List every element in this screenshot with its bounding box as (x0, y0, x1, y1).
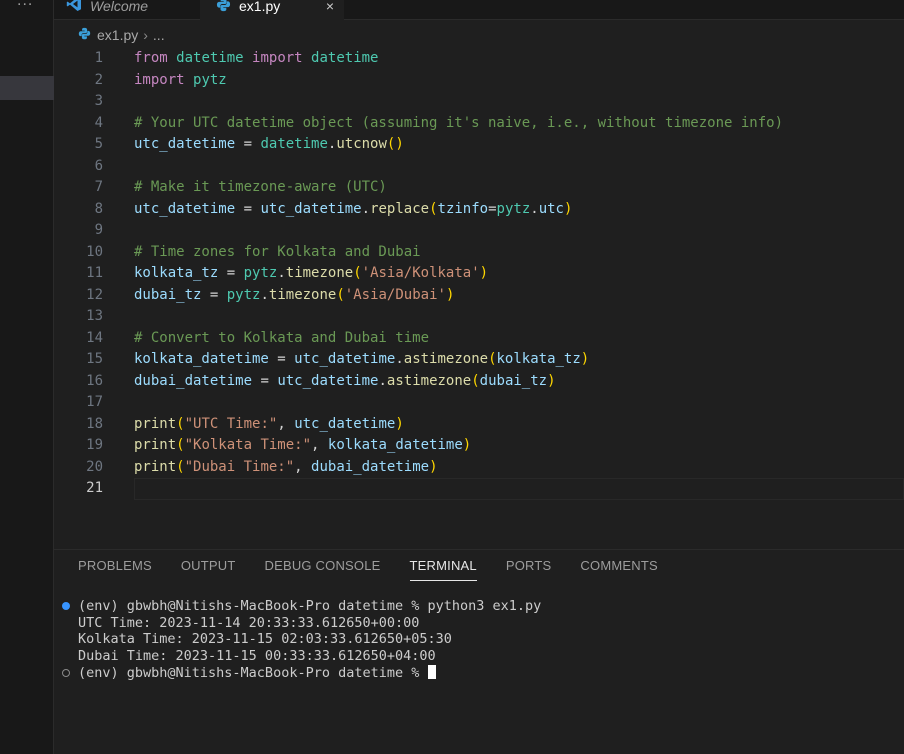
terminal-line: Dubai Time: 2023-11-15 00:33:33.612650+0… (54, 648, 904, 665)
breadcrumb: ex1.py › ... (78, 25, 165, 45)
terminal-text: Dubai Time: 2023-11-15 00:33:33.612650+0… (78, 648, 436, 665)
command-success-icon[interactable] (62, 602, 70, 610)
line-number: 7 (94, 179, 103, 195)
code-line[interactable]: 4 # Your UTC datetime object (assuming it… (54, 113, 904, 135)
breadcrumb-separator: › (143, 27, 148, 43)
current-line-highlight (134, 478, 904, 500)
line-number: 6 (94, 157, 103, 174)
line-number: 13 (86, 308, 103, 324)
code-line[interactable]: 9 (54, 220, 904, 242)
tab-terminal[interactable]: TERMINAL (409, 558, 477, 581)
tab-output[interactable]: OUTPUT (181, 558, 236, 581)
line-number: 1 (94, 50, 103, 66)
line-number: 4 (94, 114, 103, 131)
terminal-cursor (427, 664, 436, 679)
tab-welcome[interactable]: Welcome (54, 0, 200, 20)
line-number: 9 (94, 222, 103, 238)
line-number: 19 (86, 437, 103, 453)
code-text: import pytz (134, 71, 227, 88)
tab-problems[interactable]: PROBLEMS (78, 558, 152, 581)
sidebar: ... (0, 0, 54, 754)
line-number: 2 (94, 71, 103, 88)
code-line[interactable]: 6 (54, 156, 904, 178)
code-text: utc_datetime = datetime.utcnow() (134, 136, 404, 152)
panel-tabs: PROBLEMS OUTPUT DEBUG CONSOLE TERMINAL PORTS… (78, 558, 687, 581)
tab-debug-console[interactable]: DEBUG CONSOLE (265, 558, 381, 581)
terminal-text: UTC Time: 2023-11-14 20:33:33.612650+00:… (78, 614, 420, 631)
tab-label: Welcome (90, 0, 149, 14)
code-line[interactable]: 10 # Time zones for Kolkata and Dubai (54, 242, 904, 264)
code-text: print("UTC Time:", utc_datetime) (134, 415, 404, 432)
code-text: # Time zones for Kolkata and Dubai (134, 243, 421, 260)
line-number: 20 (86, 458, 103, 475)
code-line[interactable]: 8 utc_datetime = utc_datetime.replace(tzi… (54, 199, 904, 221)
code-text: from datetime import datetime (134, 50, 379, 66)
code-line[interactable]: 11 kolkata_tz = pytz.timezone('Asia/Kolka… (54, 263, 904, 285)
code-line[interactable]: 3 (54, 91, 904, 113)
code-text: print("Dubai Time:", dubai_datetime) (134, 458, 438, 475)
python-icon (216, 0, 231, 15)
line-number: 10 (86, 243, 103, 260)
code-line[interactable]: 7 # Make it timezone-aware (UTC) (54, 177, 904, 199)
sidebar-selected-item[interactable] (0, 76, 54, 100)
tab-ex1-py[interactable]: ex1.py × (200, 0, 344, 20)
code-text: kolkata_datetime = utc_datetime.astimezo… (134, 351, 590, 367)
editor-tab-bar: Welcome ex1.py × (54, 0, 904, 20)
code-line[interactable]: 17 (54, 392, 904, 414)
code-line[interactable]: 2 import pytz (54, 70, 904, 92)
tab-ports[interactable]: PORTS (506, 558, 552, 581)
line-number: 3 (94, 93, 103, 109)
terminal-text: (env) gbwbh@Nitishs-MacBook-Pro datetime… (78, 598, 542, 614)
line-number: 17 (86, 394, 103, 410)
tab-comments[interactable]: COMMENTS (580, 558, 657, 581)
code-text: dubai_tz = pytz.timezone('Asia/Dubai') (134, 286, 455, 303)
terminal[interactable]: (env) gbwbh@Nitishs-MacBook-Pro datetime… (54, 598, 904, 681)
code-text: print("Kolkata Time:", kolkata_datetime) (134, 437, 472, 453)
code-line[interactable]: 19 print("Kolkata Time:", kolkata_datetim… (54, 435, 904, 457)
code-line[interactable]: 21 (54, 478, 904, 500)
terminal-text: Kolkata Time: 2023-11-15 02:03:33.612650… (78, 631, 452, 648)
code-editor[interactable]: 1 from datetime import datetime 2 import py… (54, 48, 904, 548)
tab-label: ex1.py (239, 0, 281, 14)
line-number: 21 (86, 480, 103, 496)
code-text: # Your UTC datetime object (assuming it'… (134, 114, 784, 131)
line-number: 12 (86, 286, 103, 303)
bottom-panel: PROBLEMS OUTPUT DEBUG CONSOLE TERMINAL PORTS… (54, 549, 904, 754)
code-line[interactable]: 13 (54, 306, 904, 328)
code-line[interactable]: 15 kolkata_datetime = utc_datetime.astime… (54, 349, 904, 371)
line-number: 5 (94, 136, 103, 152)
code-line[interactable]: 12 dubai_tz = pytz.timezone('Asia/Dubai') (54, 285, 904, 307)
terminal-line: Kolkata Time: 2023-11-15 02:03:33.612650… (54, 631, 904, 648)
code-line[interactable]: 18 print("UTC Time:", utc_datetime) (54, 414, 904, 436)
code-text: # Convert to Kolkata and Dubai time (134, 329, 430, 346)
code-line[interactable]: 14 # Convert to Kolkata and Dubai time (54, 328, 904, 350)
line-number: 11 (86, 265, 103, 281)
line-number: 8 (94, 200, 103, 217)
close-icon[interactable]: × (326, 0, 334, 14)
line-number: 15 (86, 351, 103, 367)
code-line[interactable]: 16 dubai_datetime = utc_datetime.astimezo… (54, 371, 904, 393)
terminal-line: UTC Time: 2023-11-14 20:33:33.612650+00:… (54, 615, 904, 632)
python-icon (78, 27, 91, 43)
code-line[interactable]: 5 utc_datetime = datetime.utcnow() (54, 134, 904, 156)
vscode-logo-icon (66, 0, 82, 15)
code-text: # Make it timezone-aware (UTC) (134, 179, 387, 195)
terminal-line: (env) gbwbh@Nitishs-MacBook-Pro datetime… (54, 664, 904, 682)
terminal-text: (env) gbwbh@Nitishs-MacBook-Pro datetime… (78, 664, 428, 681)
line-number: 14 (86, 329, 103, 346)
more-actions-icon[interactable]: ... (17, 0, 33, 10)
code-text: dubai_datetime = utc_datetime.astimezone… (134, 372, 556, 389)
code-line[interactable]: 1 from datetime import datetime (54, 48, 904, 70)
code-text: kolkata_tz = pytz.timezone('Asia/Kolkata… (134, 265, 489, 281)
line-number: 16 (86, 372, 103, 389)
terminal-line: (env) gbwbh@Nitishs-MacBook-Pro datetime… (54, 598, 904, 615)
breadcrumb-file[interactable]: ex1.py (97, 27, 138, 43)
code-text: utc_datetime = utc_datetime.replace(tzin… (134, 200, 573, 217)
code-line[interactable]: 20 print("Dubai Time:", dubai_datetime) (54, 457, 904, 479)
command-pending-icon[interactable] (62, 668, 70, 677)
breadcrumb-symbol[interactable]: ... (153, 27, 165, 43)
line-number: 18 (86, 415, 103, 432)
